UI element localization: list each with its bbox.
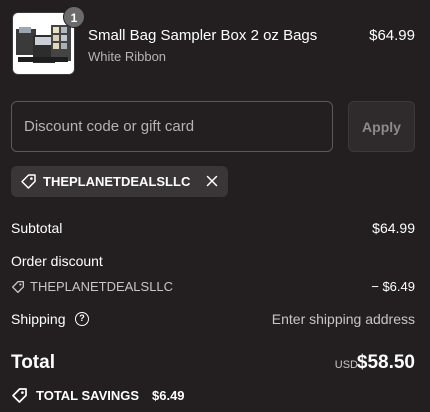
subtotal-label: Subtotal	[11, 220, 63, 236]
subtotal-value: $64.99	[372, 220, 415, 236]
item-price: $64.99	[369, 27, 415, 44]
shipping-value: Enter shipping address	[271, 311, 415, 327]
shipping-label: Shipping	[11, 311, 66, 327]
order-discount-label: Order discount	[11, 253, 103, 269]
apply-button[interactable]: Apply	[348, 101, 415, 152]
product-thumbnail: 1	[12, 6, 85, 75]
total-savings-row: TOTAL SAVINGS $6.49	[11, 387, 261, 405]
close-icon[interactable]	[204, 173, 220, 189]
help-icon[interactable]: ?	[75, 312, 89, 326]
line-item: 1 Small Bag Sampler Box 2 oz Bags White …	[12, 6, 415, 76]
tag-icon	[21, 174, 36, 189]
discount-code-row: THEPLANETDEALSLLC	[11, 279, 311, 295]
discount-code-input[interactable]	[11, 101, 333, 152]
quantity-badge: 1	[63, 6, 85, 28]
applied-code-label: THEPLANETDEALSLLC	[43, 174, 191, 189]
item-variant: White Ribbon	[88, 49, 167, 64]
tag-icon	[11, 280, 25, 294]
discount-code-text: THEPLANETDEALSLLC	[30, 279, 174, 294]
total-amount: $58.50	[356, 352, 415, 373]
tag-icon	[12, 388, 27, 403]
total-savings-label: TOTAL SAVINGS	[36, 388, 140, 403]
order-summary: 1 Small Bag Sampler Box 2 oz Bags White …	[0, 0, 430, 412]
total-label: Total	[11, 352, 55, 373]
total-savings-amount: $6.49	[152, 388, 185, 403]
applied-discount-chip: THEPLANETDEALSLLC	[11, 166, 228, 197]
item-title: Small Bag Sampler Box 2 oz Bags	[88, 27, 318, 44]
currency-code: USD	[334, 359, 358, 371]
discount-amount: − $6.49	[371, 279, 415, 294]
